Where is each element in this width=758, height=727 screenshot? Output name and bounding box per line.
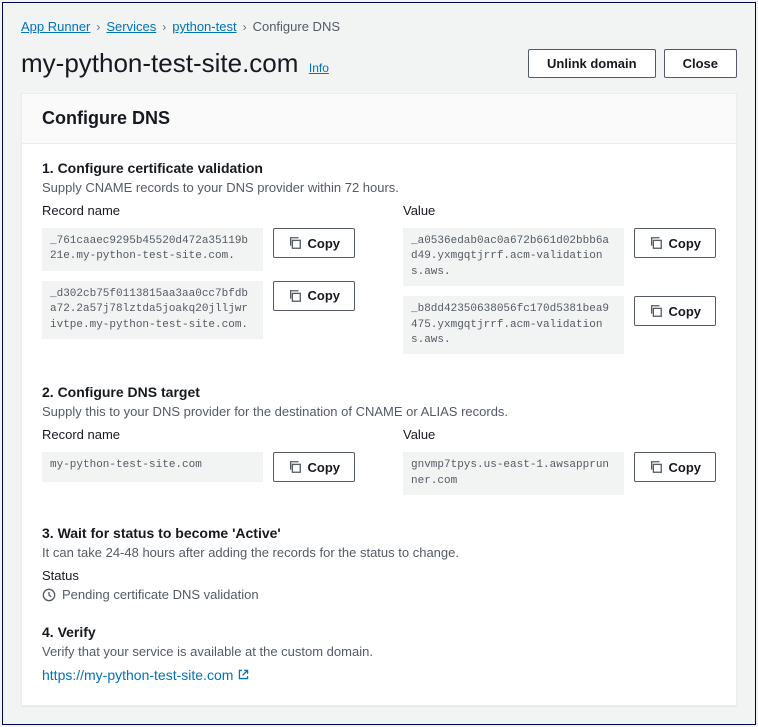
page-title: my-python-test-site.com [21,48,298,78]
copy-button[interactable]: Copy [273,228,356,258]
configure-dns-panel: Configure DNS 1. Configure certificate v… [21,93,737,706]
record-name-label: Record name [42,203,355,218]
cert-value-1: _a0536edab0ac0a672b661d02bbb6ad49.yxmgqt… [403,228,624,286]
copy-button[interactable]: Copy [634,296,717,326]
dns-target-value: gnvmp7tpys.us-east-1.awsapprunner.com [403,452,624,495]
breadcrumb-current: Configure DNS [253,19,340,34]
cert-record-name-2: _d302cb75f0113815aa3aa0cc7bfdba72.2a57j7… [42,281,263,339]
copy-label: Copy [669,304,702,319]
dns-target-name: my-python-test-site.com [42,452,263,482]
copy-label: Copy [308,288,341,303]
breadcrumb-python-test[interactable]: python-test [172,19,236,34]
step1-desc: Supply CNAME records to your DNS provide… [42,180,716,195]
copy-label: Copy [669,460,702,475]
value-label: Value [403,203,716,218]
custom-domain-link-text: https://my-python-test-site.com [42,667,233,683]
chevron-right-icon: › [96,20,100,34]
status-value: Pending certificate DNS validation [62,587,259,602]
copy-icon [288,236,302,250]
copy-icon [649,460,663,474]
status-label: Status [42,568,716,583]
step1-title: 1. Configure certificate validation [42,160,716,176]
cert-value-2: _b8dd42350638056fc170d5381bea9475.yxmgqt… [403,296,624,354]
close-button[interactable]: Close [664,49,737,78]
value-label: Value [403,427,716,442]
copy-icon [288,289,302,303]
step3-title: 3. Wait for status to become 'Active' [42,525,716,541]
copy-icon [649,236,663,250]
copy-label: Copy [669,236,702,251]
copy-label: Copy [308,460,341,475]
external-link-icon [237,668,250,681]
step3-desc: It can take 24-48 hours after adding the… [42,545,716,560]
copy-icon [288,460,302,474]
pending-icon [42,588,56,602]
breadcrumb-services[interactable]: Services [106,19,156,34]
breadcrumb: App Runner › Services › python-test › Co… [21,19,737,34]
copy-button[interactable]: Copy [634,228,717,258]
info-link[interactable]: Info [309,61,329,75]
cert-record-name-1: _761caaec9295b45520d472a35119b21e.my-pyt… [42,228,263,271]
step4-desc: Verify that your service is available at… [42,644,716,659]
custom-domain-link[interactable]: https://my-python-test-site.com [42,667,250,683]
copy-button[interactable]: Copy [634,452,717,482]
copy-label: Copy [308,236,341,251]
record-name-label: Record name [42,427,355,442]
step4-title: 4. Verify [42,624,716,640]
chevron-right-icon: › [243,20,247,34]
step2-title: 2. Configure DNS target [42,384,716,400]
chevron-right-icon: › [162,20,166,34]
copy-icon [649,304,663,318]
copy-button[interactable]: Copy [273,452,356,482]
copy-button[interactable]: Copy [273,281,356,311]
breadcrumb-app-runner[interactable]: App Runner [21,19,90,34]
panel-title: Configure DNS [42,108,716,129]
unlink-domain-button[interactable]: Unlink domain [528,49,656,78]
step2-desc: Supply this to your DNS provider for the… [42,404,716,419]
